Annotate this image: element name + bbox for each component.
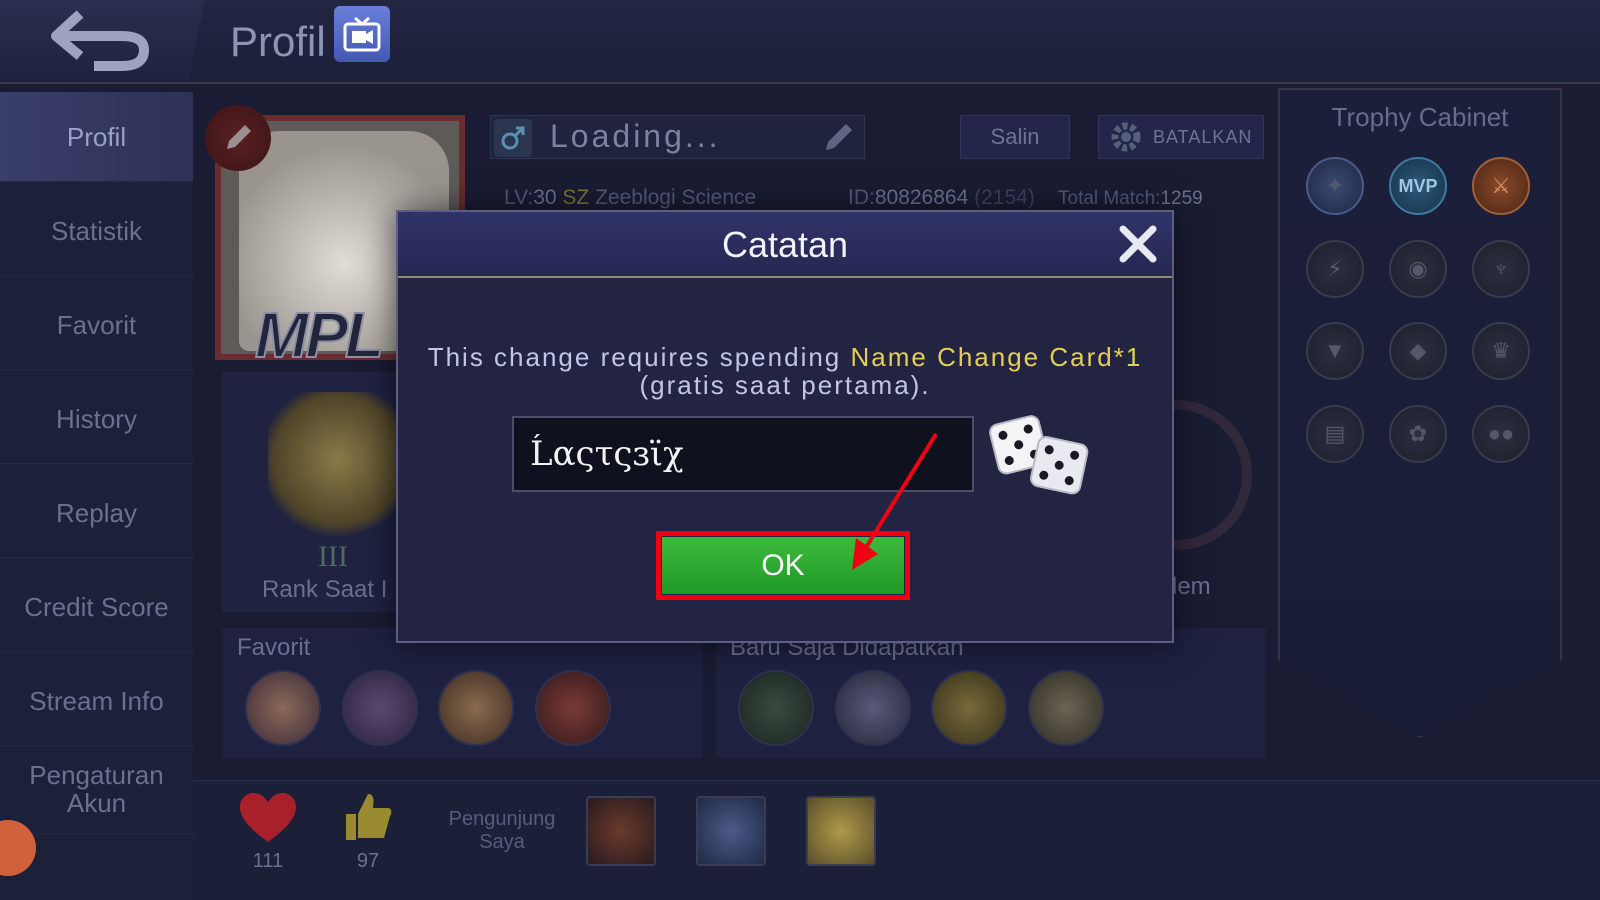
boot-trophy-icon[interactable]: ⚡	[1306, 240, 1364, 298]
recent-hero-avatar[interactable]	[1028, 670, 1104, 746]
visitor-avatar[interactable]	[586, 796, 656, 866]
close-button[interactable]	[1114, 220, 1162, 268]
emblem-ring-icon	[1172, 400, 1252, 550]
shirt-trophy-icon[interactable]: ▼	[1306, 322, 1364, 380]
gear-icon	[1111, 122, 1141, 152]
favorite-hero-avatar[interactable]	[438, 670, 514, 746]
recent-hero-avatar[interactable]	[931, 670, 1007, 746]
sidebar-item-replay[interactable]: Replay	[0, 468, 193, 558]
visitor-avatar[interactable]	[806, 796, 876, 866]
sidebar-item-profil[interactable]: Profil	[0, 92, 193, 182]
gem-trophy-icon[interactable]: ◆	[1389, 322, 1447, 380]
mpl-banner: MPL	[254, 298, 385, 372]
cancel-button-label: BATALKAN	[1153, 126, 1253, 147]
random-name-dice-icon[interactable]	[988, 410, 1092, 498]
rank-emblem-icon	[268, 392, 408, 542]
back-arrow-icon	[51, 10, 150, 71]
page-title: Profil	[230, 18, 326, 65]
eye-trophy-icon[interactable]: ◉	[1389, 240, 1447, 298]
bottom-bar	[193, 780, 1600, 900]
visitors-label: Pengunjung Saya	[448, 808, 556, 853]
sidebar-item-stream-info[interactable]: Stream Info	[0, 656, 193, 746]
emblem-label: lem	[1172, 573, 1211, 600]
heart-icon[interactable]	[238, 792, 298, 849]
annotation-arrow-icon	[852, 432, 938, 570]
rank-label: Rank Saat I	[262, 576, 388, 603]
recent-hero-avatar[interactable]	[835, 670, 911, 746]
favorite-hero-avatar[interactable]	[535, 670, 611, 746]
sidebar-item-credit-score[interactable]: Credit Score	[0, 562, 193, 652]
id-info: ID:80826864 (2154)	[848, 186, 1035, 209]
back-button[interactable]	[0, 0, 205, 80]
favorites-title: Favorit	[237, 634, 311, 661]
trophy-cabinet-title: Trophy Cabinet	[1331, 102, 1509, 132]
sidebar-item-statistik[interactable]: Statistik	[0, 186, 193, 276]
visitor-avatar[interactable]	[696, 796, 766, 866]
friends-trophy-icon[interactable]: ●●	[1472, 405, 1530, 463]
thumbs-count: 97	[356, 850, 380, 872]
squad-name: Zeeblogi Science	[595, 186, 757, 209]
rank-tier: III	[318, 540, 348, 573]
shield-trophy-icon[interactable]: ⚔	[1472, 157, 1530, 215]
flame-trophy-icon[interactable]: ♆	[1472, 240, 1530, 298]
favorite-hero-avatar[interactable]	[342, 670, 418, 746]
sidebar-item-pengaturan-akun[interactable]: Pengaturan Akun	[0, 744, 193, 834]
wings-trophy-icon[interactable]: ✦	[1306, 157, 1364, 215]
dialog-title: Catatan	[721, 224, 849, 265]
male-gender-icon	[494, 119, 532, 157]
dialog-message: This change requires spending Name Chang…	[427, 342, 1143, 400]
close-icon	[1119, 225, 1157, 263]
card-trophy-icon[interactable]: ▤	[1306, 405, 1364, 463]
squad-tag: SZ	[562, 186, 590, 209]
player-name: Loading...	[550, 118, 721, 154]
total-match-info: Total Match:1259	[1058, 188, 1203, 209]
cup-trophy-icon[interactable]: ♛	[1472, 322, 1530, 380]
copy-button[interactable]: Salin	[960, 115, 1070, 159]
sidebar-item-favorit[interactable]: Favorit	[0, 280, 193, 370]
mvp-trophy-icon[interactable]: MVP	[1389, 157, 1447, 215]
name-change-card-highlight: Name Change Card*1	[850, 342, 1143, 372]
recent-hero-avatar[interactable]	[738, 670, 814, 746]
edit-avatar-icon[interactable]	[205, 105, 271, 171]
clover-trophy-icon[interactable]: ✿	[1389, 405, 1447, 463]
sidebar: Profil Statistik Favorit History Replay …	[0, 92, 193, 900]
thumbs-up-icon[interactable]	[342, 792, 394, 847]
likes-count: 111	[252, 850, 284, 872]
level-info: LV:30 SZ Zeeblogi Science	[504, 186, 757, 209]
cancel-button[interactable]: BATALKAN	[1098, 115, 1264, 159]
edit-name-icon[interactable]	[822, 120, 856, 159]
favorite-hero-avatar[interactable]	[245, 670, 321, 746]
tv-stream-icon[interactable]	[334, 6, 390, 62]
sidebar-item-history[interactable]: History	[0, 374, 193, 464]
